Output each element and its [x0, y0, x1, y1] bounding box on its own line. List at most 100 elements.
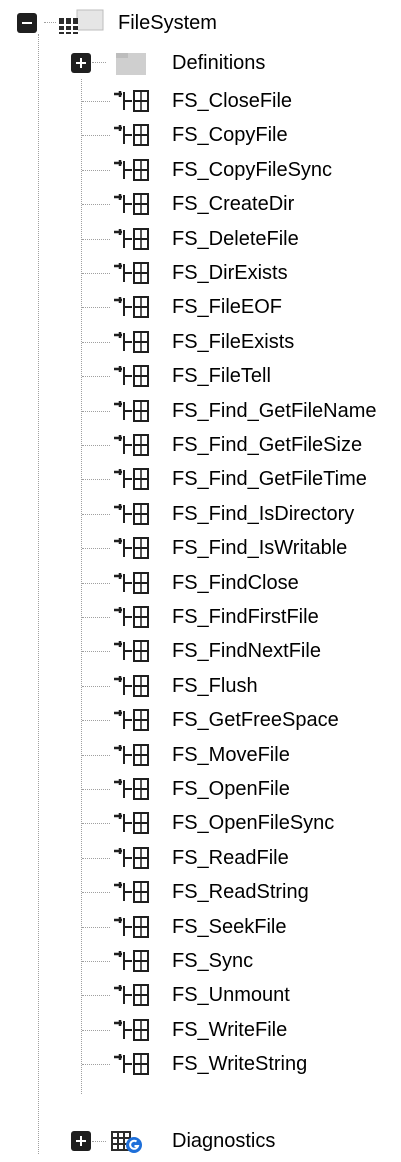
function-block-icon: [114, 262, 149, 284]
function-connector: [82, 720, 110, 721]
tree-node-function[interactable]: FS_FileExists: [0, 324, 401, 361]
function-block-icon: [114, 847, 149, 869]
function-block-icon: [114, 984, 149, 1006]
tree-node-label: FS_CopyFile: [172, 124, 288, 146]
function-connector: [82, 170, 110, 171]
function-block-icon: [114, 812, 149, 834]
tree-node-label: FS_FindNextFile: [172, 640, 321, 662]
function-connector: [82, 686, 110, 687]
tree-node-function[interactable]: FS_DirExists: [0, 255, 401, 292]
tree-node-function[interactable]: FS_FindNextFile: [0, 633, 401, 670]
tree-node-function[interactable]: FS_Unmount: [0, 977, 401, 1014]
tree-node-function[interactable]: FS_OpenFileSync: [0, 805, 401, 842]
function-connector: [82, 479, 110, 480]
tree-node-function[interactable]: FS_Find_GetFileSize: [0, 427, 401, 464]
function-connector: [82, 273, 110, 274]
expand-toggle[interactable]: [71, 53, 91, 73]
function-block-icon: [114, 90, 149, 112]
tree-node-diagnostics[interactable]: Diagnostics: [0, 1123, 401, 1160]
tree-node-function[interactable]: FS_FileEOF: [0, 289, 401, 326]
tree-node-function[interactable]: FS_CopyFile: [0, 117, 401, 154]
function-block-icon: [114, 193, 149, 215]
tree-node-function[interactable]: FS_CloseFile: [0, 83, 401, 120]
function-connector: [82, 755, 110, 756]
expand-toggle[interactable]: [71, 1131, 91, 1151]
function-block-icon: [114, 1019, 149, 1041]
tree-node-label: FS_Flush: [172, 675, 258, 697]
function-connector: [82, 927, 110, 928]
function-connector: [82, 445, 110, 446]
function-block-icon: [114, 881, 149, 903]
function-connector: [82, 823, 110, 824]
tree-node-function[interactable]: FS_Find_IsDirectory: [0, 496, 401, 533]
tree-node-label: FS_WriteFile: [172, 1019, 288, 1041]
tree-node-definitions[interactable]: Definitions: [0, 45, 401, 82]
tree-node-label: FS_DeleteFile: [172, 228, 299, 250]
tree-node-label: FS_SeekFile: [172, 916, 287, 938]
tree-node-function[interactable]: FS_OpenFile: [0, 771, 401, 808]
tree-node-function[interactable]: FS_Flush: [0, 668, 401, 705]
tree-node-function[interactable]: FS_FindFirstFile: [0, 599, 401, 636]
function-connector: [82, 204, 110, 205]
tree-node-function[interactable]: FS_Find_IsWritable: [0, 530, 401, 567]
tree-node-label: FS_ReadFile: [172, 847, 289, 869]
function-connector: [82, 961, 110, 962]
tree-node-function[interactable]: FS_WriteFile: [0, 1012, 401, 1049]
function-connector: [82, 411, 110, 412]
tree-node-label: Definitions: [172, 52, 266, 74]
tree-node-label: FS_FileExists: [172, 331, 295, 353]
function-connector: [82, 548, 110, 549]
tree-node-label: FS_WriteString: [172, 1053, 308, 1075]
tree-node-function[interactable]: FS_Find_GetFileTime: [0, 461, 401, 498]
tree-node-function[interactable]: FS_ReadString: [0, 874, 401, 911]
tree-node-label: FS_FindClose: [172, 572, 299, 594]
function-block-icon: [114, 572, 149, 594]
function-connector: [82, 789, 110, 790]
tree-node-function[interactable]: FS_Find_GetFileName: [0, 393, 401, 430]
tree-node-function[interactable]: FS_FindClose: [0, 565, 401, 602]
function-block-icon: [114, 296, 149, 318]
tree-node-function[interactable]: FS_FileTell: [0, 358, 401, 395]
function-block-icon: [114, 434, 149, 456]
function-block-icon: [114, 503, 149, 525]
tree-node-function[interactable]: FS_CopyFileSync: [0, 152, 401, 189]
tree-node-label: FS_CreateDir: [172, 193, 295, 215]
tree-node-label: FS_CopyFileSync: [172, 159, 333, 181]
function-connector: [82, 617, 110, 618]
diagnostics-icon: [111, 1131, 142, 1153]
function-block-icon: [114, 159, 149, 181]
function-block-icon: [114, 675, 149, 697]
function-connector: [82, 651, 110, 652]
tree-node-label: FS_Unmount: [172, 984, 290, 1006]
function-connector: [82, 1030, 110, 1031]
tree-node-function[interactable]: FS_DeleteFile: [0, 221, 401, 258]
tree-node-label: FS_Find_GetFileSize: [172, 434, 363, 456]
function-block-icon: [114, 365, 149, 387]
tree-node-label: FS_Find_GetFileTime: [172, 468, 367, 490]
library-icon: [59, 9, 104, 34]
tree-node-label: FS_FindFirstFile: [172, 606, 319, 628]
function-connector: [82, 101, 110, 102]
tree-node-label: FS_Find_IsWritable: [172, 537, 348, 559]
tree-node-function[interactable]: FS_Sync: [0, 943, 401, 980]
tree-node-label: FS_ReadString: [172, 881, 309, 903]
collapse-toggle[interactable]: [17, 13, 37, 33]
tree-node-label: FS_FileEOF: [172, 296, 283, 318]
function-block-icon: [114, 640, 149, 662]
tree-node-function[interactable]: FS_CreateDir: [0, 186, 401, 223]
tree-node-label: FS_OpenFile: [172, 778, 290, 800]
tree-node-function[interactable]: FS_GetFreeSpace: [0, 702, 401, 739]
tree-node-function[interactable]: FS_ReadFile: [0, 840, 401, 877]
function-block-icon: [114, 778, 149, 800]
tree-node-label: FS_DirExists: [172, 262, 288, 284]
tree-node-label: FS_Find_GetFileName: [172, 400, 377, 422]
function-connector: [82, 858, 110, 859]
tree-node-label: FS_OpenFileSync: [172, 812, 335, 834]
tree-node-function[interactable]: FS_WriteString: [0, 1046, 401, 1083]
function-block-icon: [114, 950, 149, 972]
tree-node-function[interactable]: FS_SeekFile: [0, 909, 401, 946]
tree-node-filesystem[interactable]: FileSystem: [0, 5, 401, 42]
function-connector: [82, 514, 110, 515]
function-connector: [82, 1064, 110, 1065]
tree-node-function[interactable]: FS_MoveFile: [0, 737, 401, 774]
